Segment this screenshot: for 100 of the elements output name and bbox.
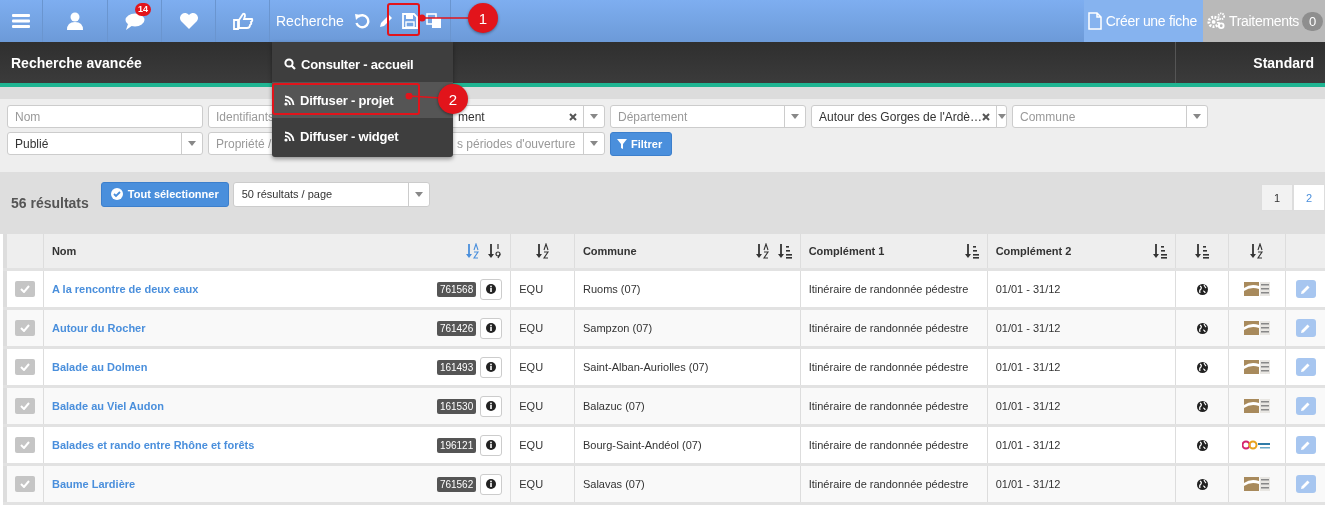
id-tag: 761562 — [436, 476, 477, 492]
info-button[interactable] — [480, 317, 503, 339]
pencil-icon — [1300, 478, 1312, 490]
item-link[interactable]: Balades et rando entre Rhône et forêts — [52, 439, 437, 451]
info-icon — [486, 479, 497, 489]
row-checkbox[interactable] — [15, 398, 35, 414]
create-button[interactable]: Créer une fiche — [1083, 0, 1203, 42]
copy-icon[interactable] — [425, 13, 442, 29]
edit-button[interactable] — [1295, 397, 1316, 415]
edit-button[interactable] — [1295, 436, 1316, 454]
info-icon — [486, 323, 497, 333]
pencil-icon — [1300, 400, 1312, 412]
info-button[interactable] — [480, 278, 503, 300]
row-checkbox[interactable] — [15, 437, 35, 453]
park-logo-icon — [1244, 358, 1271, 376]
table-cell: EQU — [519, 439, 544, 451]
check-icon — [20, 285, 30, 293]
sort-icon[interactable] — [1250, 243, 1265, 259]
park-logo-icon — [1244, 397, 1271, 415]
notification-badge: 14 — [135, 3, 151, 16]
search-label: Recherche — [276, 13, 344, 29]
item-link[interactable]: A la rencontre de deux eaux — [52, 283, 437, 295]
column-header: Complément 1 — [808, 245, 886, 257]
sort-icon[interactable] — [488, 243, 503, 259]
menu-item[interactable]: Consulter - accueil — [272, 46, 453, 82]
sort-icon[interactable] — [535, 243, 550, 259]
table-cell: Itinéraire de randonnée pédestre — [808, 478, 969, 490]
row-checkbox[interactable] — [15, 320, 35, 336]
column-header: Nom — [51, 245, 78, 257]
info-button[interactable] — [480, 395, 503, 417]
save-icon[interactable] — [401, 13, 418, 29]
sort-icon[interactable] — [1195, 243, 1209, 259]
globe-icon — [1196, 439, 1208, 451]
document-icon — [1087, 12, 1102, 30]
filter-field[interactable]: Commune — [1012, 105, 1208, 128]
check-icon — [20, 363, 30, 371]
undo-icon[interactable] — [353, 13, 370, 29]
chat-icon — [124, 12, 145, 30]
globe-icon — [1196, 478, 1208, 490]
check-icon — [20, 324, 30, 332]
info-button[interactable] — [480, 434, 503, 456]
filter-field[interactable]: Département — [610, 105, 806, 128]
check-icon — [20, 441, 30, 449]
check-icon — [20, 480, 30, 488]
info-button[interactable] — [480, 356, 503, 378]
clear-icon[interactable] — [569, 112, 577, 121]
info-icon — [486, 284, 497, 294]
table-cell: EQU — [519, 322, 544, 334]
park-logo-icon — [1244, 319, 1271, 337]
pencil-icon[interactable] — [377, 13, 394, 29]
item-link[interactable]: Autour du Rocher — [52, 322, 437, 334]
item-link[interactable]: Balade au Dolmen — [52, 361, 437, 373]
filter-field[interactable]: Publié — [7, 132, 203, 155]
table-cell: Itinéraire de randonnée pédestre — [808, 322, 969, 334]
edit-button[interactable] — [1295, 319, 1316, 337]
processing-button[interactable]: Traitements 0 — [1203, 0, 1325, 42]
page-size-select[interactable]: 50 résultats / page — [232, 181, 430, 207]
thumb-icon — [231, 12, 254, 30]
table-cell: 01/01 - 31/12 — [995, 400, 1061, 412]
table-cell: Salavas (07) — [582, 478, 645, 490]
table-cell: Itinéraire de randonnée pédestre — [808, 361, 969, 373]
row-checkbox[interactable] — [15, 281, 35, 297]
filter-button[interactable]: Filtrer — [610, 132, 672, 156]
table-cell: Ruoms (07) — [582, 283, 641, 295]
select-all-button[interactable]: Tout sélectionner — [100, 181, 229, 207]
table-cell: Balazuc (07) — [582, 400, 645, 412]
id-tag: 761568 — [436, 281, 477, 297]
tourism-logo-icon — [1242, 438, 1273, 452]
clear-icon[interactable] — [982, 112, 991, 121]
filter-field[interactable]: Autour des Gorges de l'Ardè… — [811, 105, 1007, 128]
menu-icon — [12, 13, 30, 29]
sort-icon[interactable] — [755, 243, 770, 259]
sort-icon[interactable] — [964, 243, 979, 259]
page-link[interactable]: 1 — [1261, 184, 1293, 211]
info-icon — [486, 440, 497, 450]
sort-icon[interactable] — [1152, 243, 1167, 259]
edit-button[interactable] — [1295, 280, 1316, 298]
row-checkbox[interactable] — [15, 359, 35, 375]
id-tag: 761426 — [436, 320, 477, 336]
caret-icon — [590, 141, 598, 146]
page-link[interactable]: 2 — [1293, 184, 1325, 211]
table-cell: EQU — [519, 361, 544, 373]
table-cell: Saint-Alban-Auriolles (07) — [582, 361, 709, 373]
info-button[interactable] — [480, 473, 503, 495]
filter-field[interactable]: Nom — [7, 105, 203, 128]
item-link[interactable]: Baume Lardière — [52, 478, 437, 490]
table-cell: 01/01 - 31/12 — [995, 322, 1061, 334]
check-circle-icon — [110, 188, 123, 200]
sort-icon[interactable] — [777, 243, 792, 259]
highlight-frame — [387, 3, 420, 36]
park-logo-icon — [1244, 280, 1271, 298]
column-header: Commune — [582, 245, 638, 257]
table-cell: 01/01 - 31/12 — [995, 478, 1061, 490]
edit-button[interactable] — [1295, 358, 1316, 376]
pencil-icon — [1300, 283, 1312, 295]
edit-button[interactable] — [1295, 475, 1316, 493]
item-link[interactable]: Balade au Viel Audon — [52, 400, 437, 412]
count-badge: 0 — [1302, 11, 1323, 31]
table-cell: EQU — [519, 400, 544, 412]
row-checkbox[interactable] — [15, 476, 35, 492]
